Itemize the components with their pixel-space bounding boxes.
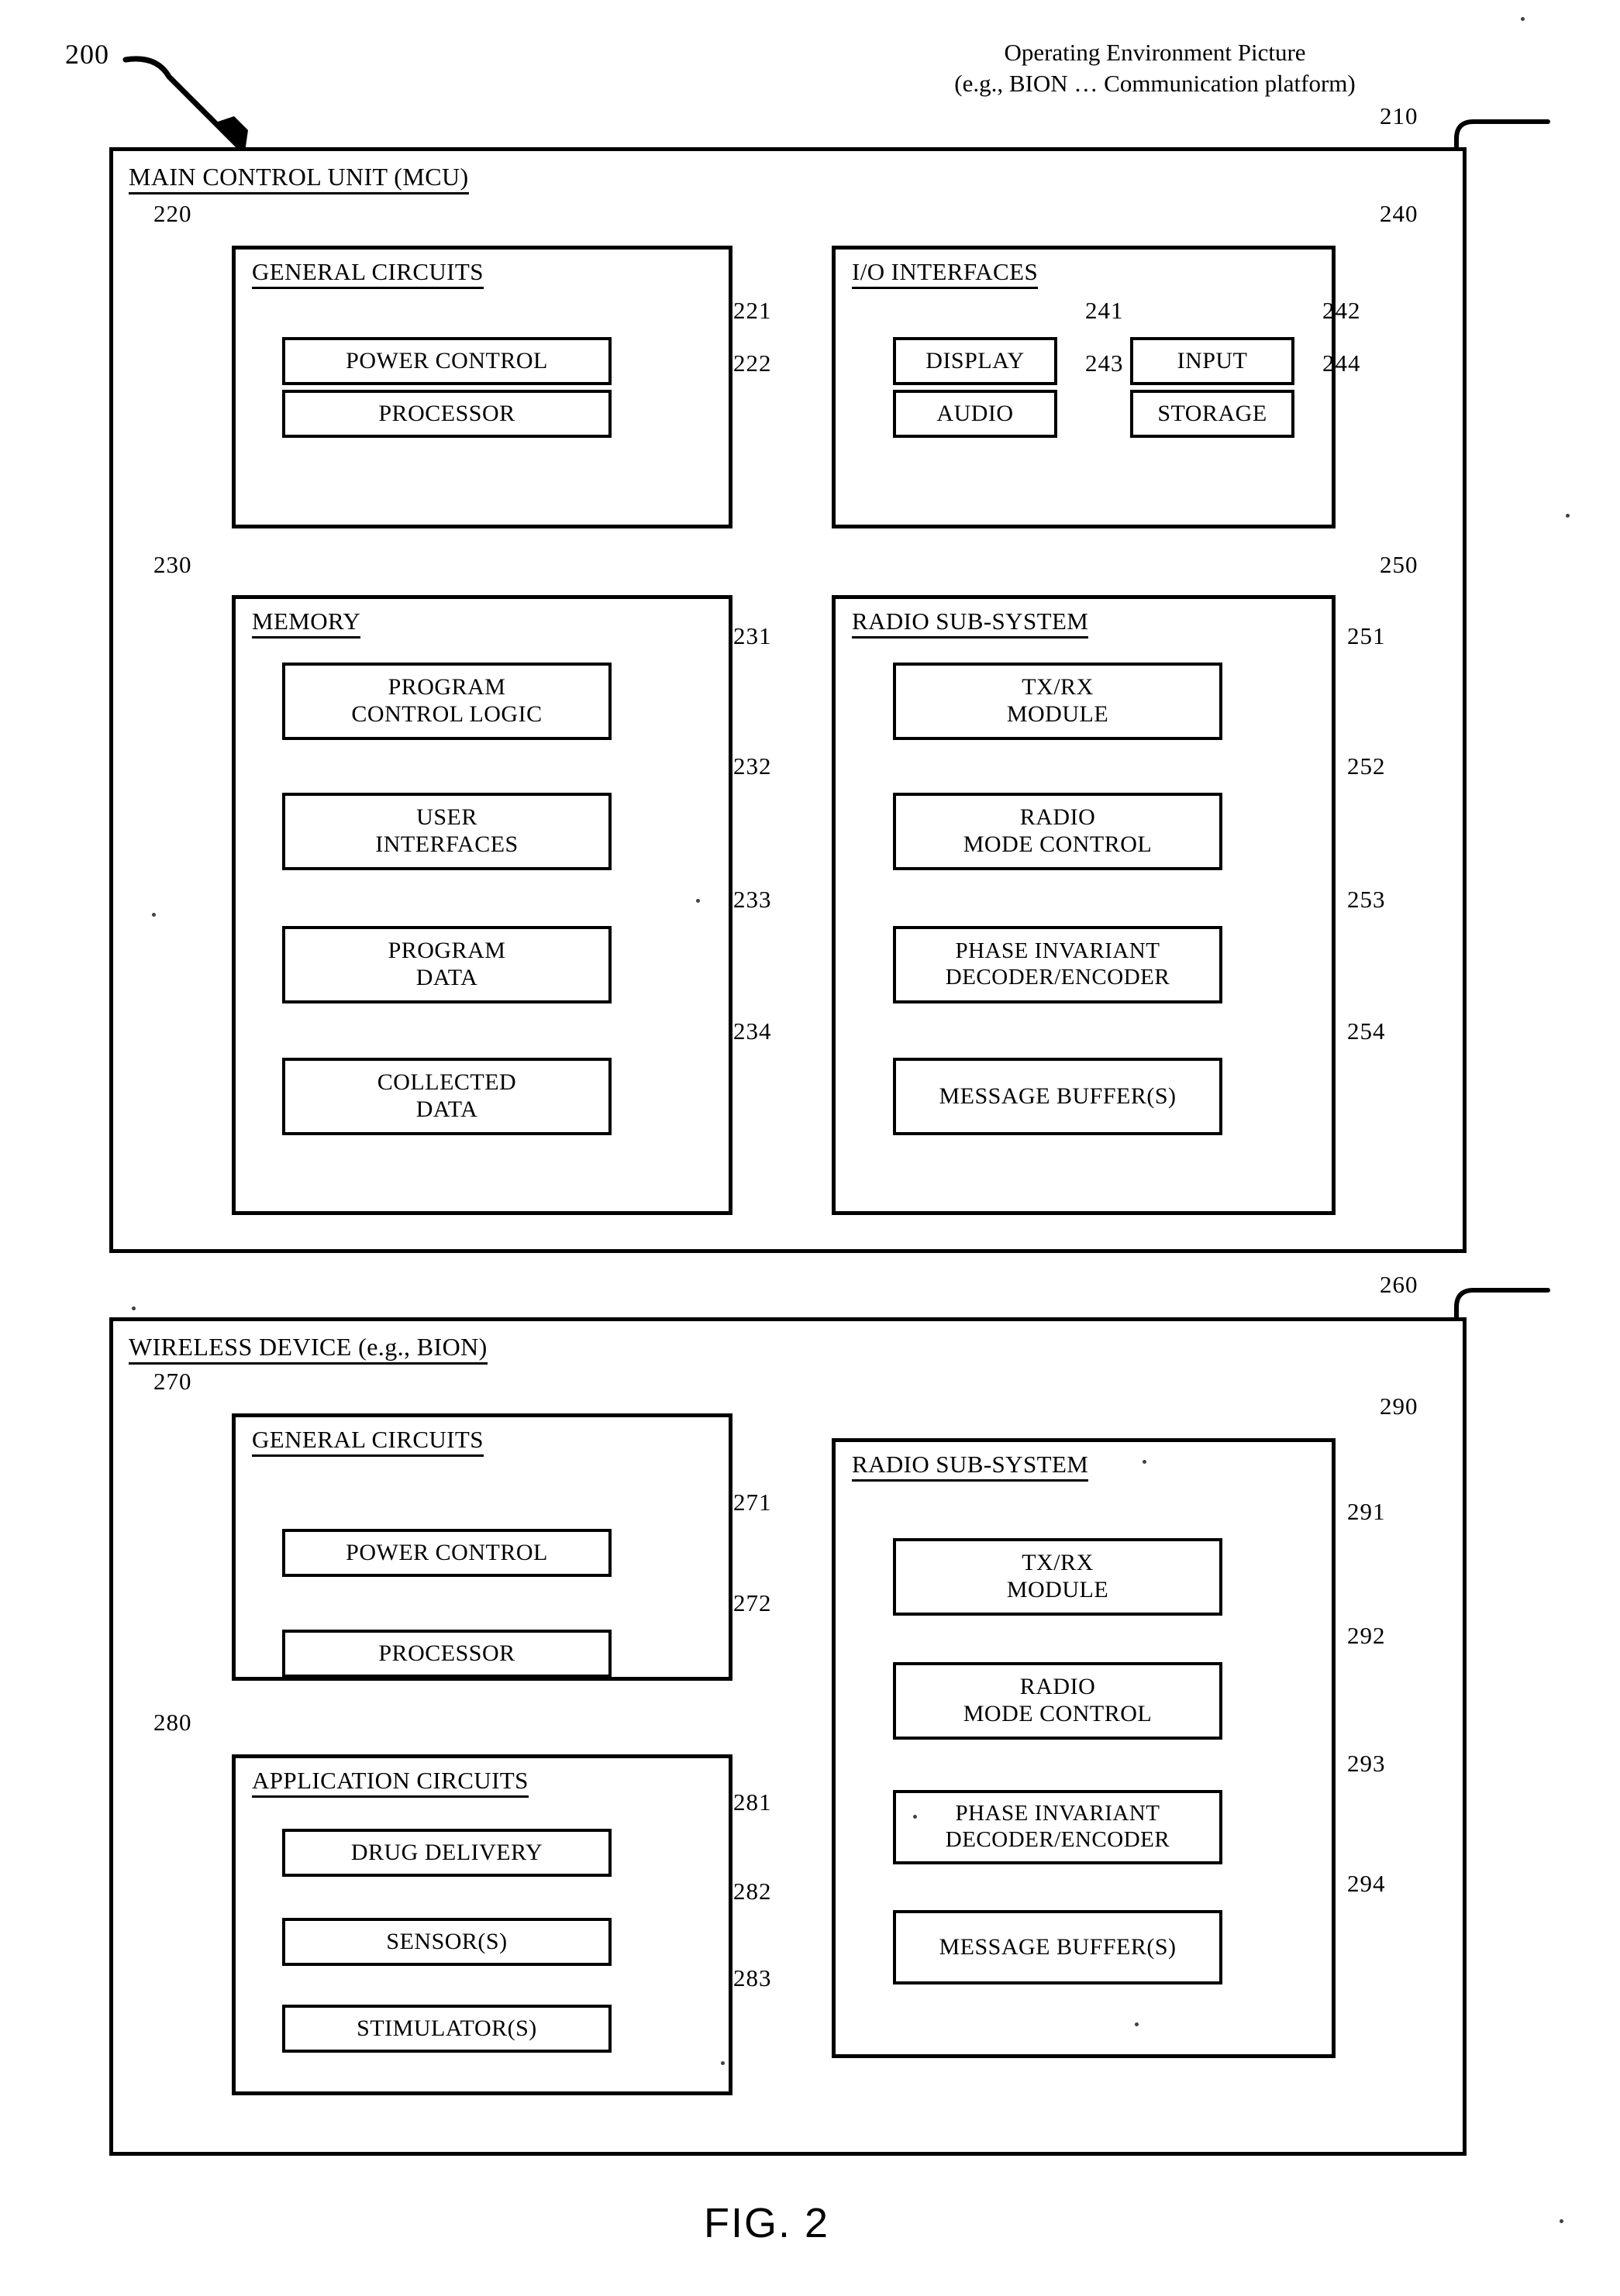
ref-291: 291: [1347, 1498, 1386, 1525]
ref-243: 243: [1085, 349, 1124, 377]
ref-244: 244: [1322, 349, 1361, 377]
ref-234: 234: [733, 1017, 772, 1045]
wd-phase-invariant-codec-box[interactable]: PHASE INVARIANT DECODER/ENCODER: [893, 1790, 1222, 1864]
wd-stimulators-box[interactable]: STIMULATOR(S): [282, 2005, 612, 2053]
mcu-program-data-box[interactable]: PROGRAM DATA: [282, 926, 612, 1003]
wd-message-buffers-box[interactable]: MESSAGE BUFFER(S): [893, 1910, 1222, 1984]
ref-251: 251: [1347, 622, 1386, 649]
scan-speck: [1560, 2219, 1563, 2223]
ref-294: 294: [1347, 1870, 1386, 1897]
ref-272: 272: [733, 1589, 772, 1616]
header-caption: Operating Environment Picture (e.g., BIO…: [954, 39, 1356, 97]
mcu-collected-data-box[interactable]: COLLECTED DATA: [282, 1058, 612, 1135]
scan-speck: [1135, 2022, 1139, 2026]
ref-254: 254: [1347, 1017, 1386, 1045]
ref-210: 210: [1380, 102, 1418, 129]
ref-252: 252: [1347, 752, 1386, 780]
ref-222: 222: [733, 349, 772, 377]
mcu-io-interfaces-title: I/O INTERFACES: [852, 259, 1039, 289]
mcu-title: MAIN CONTROL UNIT (MCU): [129, 164, 469, 194]
mcu-memory-title: MEMORY: [252, 608, 361, 639]
wd-radio-subsystem-title: RADIO SUB-SYSTEM: [852, 1451, 1089, 1482]
ref-220: 220: [153, 200, 192, 227]
scan-speck: [913, 1815, 917, 1819]
ref-283: 283: [733, 1964, 772, 1991]
patent-figure-page: 200 Operating Environment Picture (e.g.,…: [0, 0, 1620, 2296]
scan-speck: [1566, 514, 1570, 518]
wd-sensors-box[interactable]: SENSOR(S): [282, 1918, 612, 1966]
ref-270: 270: [153, 1368, 192, 1395]
ref-242: 242: [1322, 297, 1361, 324]
wd-general-circuits-title: GENERAL CIRCUITS: [252, 1427, 484, 1457]
wd-radio-mode-control-box[interactable]: RADIO MODE CONTROL: [893, 1662, 1222, 1740]
mcu-storage-box[interactable]: STORAGE: [1130, 390, 1294, 438]
wd-drug-delivery-box[interactable]: DRUG DELIVERY: [282, 1829, 612, 1877]
ref-230: 230: [153, 551, 192, 578]
wd-power-control-box[interactable]: POWER CONTROL: [282, 1529, 612, 1577]
mcu-program-control-logic-box[interactable]: PROGRAM CONTROL LOGIC: [282, 663, 612, 740]
wd-txrx-module-box[interactable]: TX/RX MODULE: [893, 1538, 1222, 1616]
scan-speck: [1521, 17, 1525, 21]
scan-speck: [729, 1430, 732, 1434]
mcu-radio-subsystem-title: RADIO SUB-SYSTEM: [852, 608, 1089, 639]
mcu-general-circuits-title: GENERAL CIRCUITS: [252, 259, 484, 289]
ref-271: 271: [733, 1489, 772, 1516]
mcu-power-control-box[interactable]: POWER CONTROL: [282, 337, 612, 385]
wd-application-circuits-title: APPLICATION CIRCUITS: [252, 1768, 529, 1798]
ref-253: 253: [1347, 886, 1386, 913]
ref-232: 232: [733, 752, 772, 780]
ref-290: 290: [1380, 1392, 1418, 1420]
wireless-device-title: WIRELESS DEVICE (e.g., BION): [129, 1334, 488, 1365]
ref-293: 293: [1347, 1750, 1386, 1777]
ref-221: 221: [733, 297, 772, 324]
ref-241: 241: [1085, 297, 1124, 324]
mcu-radio-mode-control-box[interactable]: RADIO MODE CONTROL: [893, 793, 1222, 870]
mcu-user-interfaces-box[interactable]: USER INTERFACES: [282, 793, 612, 870]
mcu-audio-box[interactable]: AUDIO: [893, 390, 1057, 438]
mcu-input-box[interactable]: INPUT: [1130, 337, 1294, 385]
ref-231: 231: [733, 622, 772, 649]
ref-240: 240: [1380, 200, 1418, 227]
ref-250: 250: [1380, 551, 1418, 578]
scan-speck: [696, 899, 700, 903]
figure-caption: FIG. 2: [704, 2200, 830, 2246]
mcu-display-box[interactable]: DISPLAY: [893, 337, 1057, 385]
ref-292: 292: [1347, 1622, 1386, 1649]
wd-processor-box[interactable]: PROCESSOR: [282, 1630, 612, 1678]
scan-speck: [721, 2061, 725, 2065]
ref-281: 281: [733, 1788, 772, 1816]
ref-280: 280: [153, 1709, 192, 1736]
scan-speck: [152, 913, 156, 917]
ref-233: 233: [733, 886, 772, 913]
scan-speck: [132, 1306, 136, 1310]
mcu-message-buffers-box[interactable]: MESSAGE BUFFER(S): [893, 1058, 1222, 1135]
ref-282: 282: [733, 1878, 772, 1905]
ref-260: 260: [1380, 1271, 1418, 1298]
mcu-txrx-module-box[interactable]: TX/RX MODULE: [893, 663, 1222, 740]
scan-speck: [1143, 1460, 1146, 1464]
figure-ref-200: 200: [65, 39, 109, 70]
mcu-processor-box[interactable]: PROCESSOR: [282, 390, 612, 438]
mcu-phase-invariant-codec-box[interactable]: PHASE INVARIANT DECODER/ENCODER: [893, 926, 1222, 1003]
